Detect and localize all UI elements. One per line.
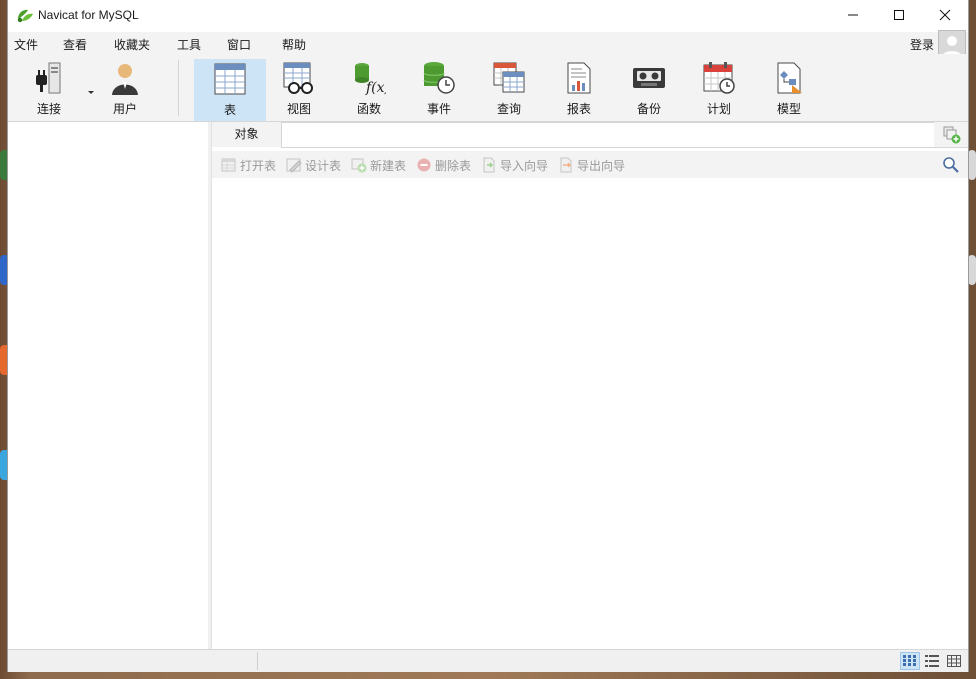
user-icon (112, 64, 138, 95)
status-bar (8, 649, 968, 672)
export-wizard-button[interactable]: 导出向导 (558, 157, 625, 173)
plug-server-icon (36, 62, 61, 94)
query-icon (493, 62, 525, 93)
query-label: 查询 (496, 102, 521, 116)
schedule-label: 计划 (706, 102, 731, 116)
connect-button[interactable]: 连接 (14, 59, 94, 119)
design-table-label: 设计表 (305, 158, 342, 173)
export-wizard-icon (560, 157, 572, 173)
new-tab-icon (943, 126, 961, 144)
event-label: 事件 (426, 102, 451, 116)
object-list-area[interactable] (212, 178, 968, 649)
svg-text:f(x): f(x) (365, 80, 386, 95)
calendar-icon (703, 62, 735, 94)
user-button[interactable]: 用户 (90, 59, 160, 119)
maximize-button[interactable] (876, 0, 922, 30)
main-toolbar: 连接 用户 表 视图 f(x 函数 事件 查询 报表 备份 计划 模型 (8, 54, 968, 122)
navicat-logo-icon (17, 9, 33, 23)
delete-table-button[interactable]: 删除表 (416, 157, 471, 173)
new-table-icon (351, 158, 367, 173)
menu-view[interactable]: 查看 (63, 36, 87, 53)
report-label: 报表 (566, 102, 591, 116)
backup-label: 备份 (636, 102, 661, 116)
toolbar-query-button[interactable]: 查询 (474, 59, 544, 119)
export-wizard-label: 导出向导 (577, 158, 626, 173)
connect-label: 连接 (36, 102, 61, 116)
import-wizard-icon (483, 157, 495, 173)
new-table-button[interactable]: 新建表 (351, 157, 406, 173)
toolbar-report-button[interactable]: 报表 (544, 59, 614, 119)
menu-tools[interactable]: 工具 (177, 36, 201, 53)
toolbar-view-button[interactable]: 视图 (264, 59, 334, 119)
search-icon[interactable] (942, 156, 960, 174)
toolbar-model-button[interactable]: 模型 (754, 59, 824, 119)
open-table-label: 打开表 (240, 158, 277, 173)
menu-help[interactable]: 帮助 (282, 36, 306, 53)
menu-bar: 文件 查看 收藏夹 工具 窗口 帮助 登录 (8, 30, 968, 58)
grid-view-icon (947, 655, 961, 667)
desktop-icon (968, 150, 976, 180)
list-view-button[interactable] (900, 652, 920, 670)
import-wizard-button[interactable]: 导入向导 (481, 157, 548, 173)
toolbar-event-button[interactable]: 事件 (404, 59, 474, 119)
close-button[interactable] (922, 0, 968, 30)
report-icon (567, 62, 591, 94)
desktop-icon (968, 255, 976, 285)
detail-view-icon (925, 655, 939, 667)
delete-table-icon (417, 158, 431, 172)
model-label: 模型 (776, 102, 801, 116)
open-table-button[interactable]: 打开表 (221, 157, 276, 173)
model-icon (777, 62, 802, 94)
navicat-window: Navicat for MySQL 文件 查看 收藏夹 工具 窗口 帮助 登录 (8, 0, 968, 672)
list-view-icon (903, 655, 916, 666)
function-label: 函数 (356, 102, 381, 116)
toolbar-function-button[interactable]: f(x) 函数 (334, 59, 404, 119)
design-table-icon (286, 158, 302, 173)
object-action-toolbar: 打开表 设计表 新建表 删除表 导入向导 导出向导 (212, 151, 968, 178)
new-tab-button[interactable] (934, 122, 968, 148)
table-icon (214, 63, 246, 95)
connection-tree-pane[interactable] (8, 122, 209, 649)
grid-view-button[interactable] (944, 652, 964, 670)
title-bar: Navicat for MySQL (8, 0, 968, 30)
login-link[interactable]: 登录 (910, 36, 934, 53)
user-label: 用户 (112, 102, 137, 116)
new-table-label: 新建表 (370, 158, 407, 173)
status-separator (257, 652, 258, 670)
close-icon (939, 9, 951, 21)
tab-strip (281, 122, 935, 148)
toolbar-schedule-button[interactable]: 计划 (684, 59, 754, 119)
menu-file[interactable]: 文件 (14, 36, 38, 53)
minimize-button[interactable] (830, 0, 876, 30)
toolbar-separator (178, 60, 179, 116)
window-title: Navicat for MySQL (38, 8, 139, 22)
function-icon: f(x) (355, 63, 386, 95)
toolbar-table-button[interactable]: 表 (194, 59, 266, 121)
view-glasses-icon (283, 62, 313, 94)
toolbar-backup-button[interactable]: 备份 (614, 59, 684, 119)
menu-favorites[interactable]: 收藏夹 (114, 36, 150, 53)
detail-view-button[interactable] (922, 652, 942, 670)
design-table-button[interactable]: 设计表 (286, 157, 341, 173)
delete-table-label: 删除表 (435, 158, 472, 173)
menu-window[interactable]: 窗口 (227, 36, 251, 53)
minimize-icon (848, 14, 858, 16)
table-label: 表 (223, 103, 236, 117)
view-label: 视图 (286, 102, 311, 116)
tab-objects[interactable]: 对象 (212, 122, 281, 147)
open-table-icon (221, 158, 236, 172)
event-clock-icon (423, 62, 455, 94)
maximize-icon (894, 10, 904, 20)
backup-tape-icon (633, 68, 665, 88)
import-wizard-label: 导入向导 (500, 158, 549, 173)
